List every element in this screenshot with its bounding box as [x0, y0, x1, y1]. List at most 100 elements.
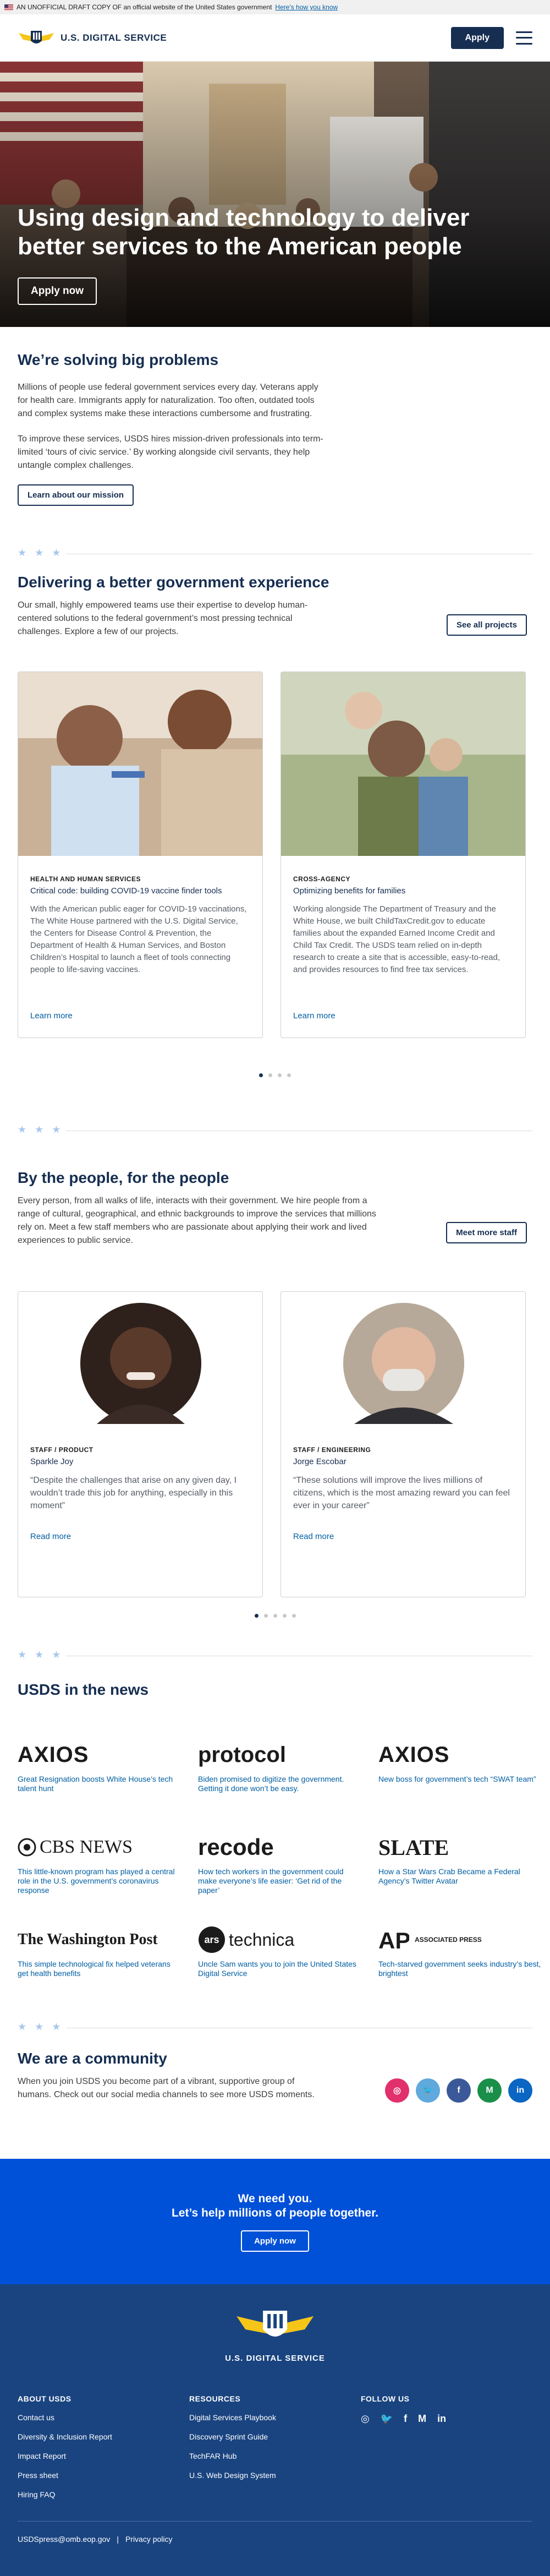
instagram-icon[interactable]: ◎	[385, 2078, 409, 2103]
star-icon: ★	[35, 2021, 44, 2032]
instagram-icon[interactable]: ◎	[361, 2413, 370, 2425]
project-card[interactable]: CROSS-AGENCY Optimizing benefits for fam…	[280, 672, 526, 1038]
twitter-icon[interactable]: 🐦	[381, 2413, 393, 2425]
news-item[interactable]: SLATE How a Star Wars Crab Became a Fede…	[378, 1834, 541, 1926]
footer-link-press[interactable]: Press sheet	[18, 2471, 112, 2480]
learn-more-link[interactable]: Learn more	[30, 1011, 73, 1020]
footer-privacy-link[interactable]: Privacy policy	[125, 2535, 173, 2544]
learn-mission-button[interactable]: Learn about our mission	[18, 484, 134, 506]
linkedin-icon[interactable]: in	[508, 2078, 532, 2103]
carousel-dot[interactable]	[287, 1073, 291, 1077]
carousel-dot[interactable]	[254, 1614, 258, 1618]
hero-apply-button[interactable]: Apply now	[18, 277, 97, 305]
footer-link-contact[interactable]: Contact us	[18, 2413, 112, 2422]
svg-text:AP: AP	[378, 1928, 409, 1952]
site-logo[interactable]: U.S. DIGITAL SERVICE	[18, 28, 167, 48]
star-divider: ★ ★ ★	[18, 1649, 61, 1661]
facebook-icon[interactable]: f	[447, 2078, 471, 2103]
linkedin-icon[interactable]: in	[437, 2413, 446, 2425]
footer-link-techfar[interactable]: TechFAR Hub	[189, 2452, 276, 2461]
footer-resources-column: RESOURCES Digital Services Playbook Disc…	[189, 2394, 276, 2490]
logo-text: U.S. DIGITAL SERVICE	[61, 32, 167, 43]
facebook-icon[interactable]: f	[404, 2413, 407, 2425]
meet-staff-button[interactable]: Meet more staff	[446, 1222, 527, 1243]
apply-button[interactable]: Apply	[450, 26, 504, 49]
footer-link-playbook[interactable]: Digital Services Playbook	[189, 2413, 276, 2422]
card-text: Working alongside The Department of Trea…	[293, 904, 501, 974]
news-item[interactable]: protocol Biden promised to digitize the …	[198, 1742, 361, 1834]
projects-section: Delivering a better government experienc…	[0, 574, 550, 1169]
footer-link-impact[interactable]: Impact Report	[18, 2452, 112, 2461]
news-headline: Biden promised to digitize the governmen…	[198, 1775, 344, 1793]
menu-icon[interactable]	[516, 31, 532, 45]
news-headline: Uncle Sam wants you to join the United S…	[198, 1960, 356, 1978]
twitter-icon[interactable]: 🐦	[416, 2078, 440, 2103]
carousel-dot[interactable]	[292, 1614, 296, 1618]
problems-paragraph-1: Millions of people use federal governmen…	[18, 383, 318, 418]
community-section: We are a community When you join USDS yo…	[0, 2050, 550, 2159]
staff-card[interactable]: STAFF / PRODUCT Sparkle Joy “Despite the…	[18, 1291, 263, 1597]
news-item[interactable]: CBS NEWS This little-known program has p…	[18, 1834, 180, 1926]
carousel-dot[interactable]	[259, 1073, 263, 1077]
footer-bottom: USDSpress@omb.eop.gov | Privacy policy	[18, 2521, 532, 2544]
cta-section: We need you. Let’s help millions of peop…	[0, 2159, 550, 2284]
cbs-eye-icon	[18, 1838, 36, 1857]
footer-link-uswds[interactable]: U.S. Web Design System	[189, 2471, 276, 2480]
hero-title: Using design and technology to deliver b…	[18, 204, 470, 260]
carousel-dot[interactable]	[268, 1073, 272, 1077]
cta-apply-button[interactable]: Apply now	[241, 2230, 309, 2252]
people-title: By the people, for the people	[18, 1169, 229, 1186]
star-divider: ★ ★ ★	[18, 547, 61, 559]
star-icon: ★	[52, 1124, 61, 1135]
news-item[interactable]: ars technica Uncle Sam wants you to join…	[198, 1926, 361, 2019]
projects-carousel-dots	[0, 1073, 550, 1077]
card-tag: CROSS-AGENCY	[293, 875, 351, 883]
footer-link-sprint-guide[interactable]: Discovery Sprint Guide	[189, 2432, 276, 2442]
footer-logo[interactable]: U.S. DIGITAL SERVICE	[225, 2307, 325, 2363]
ars-badge-icon: ars	[199, 1926, 225, 1953]
footer-resources-heading: RESOURCES	[189, 2394, 241, 2403]
footer-link-diversity[interactable]: Diversity & Inclusion Report	[18, 2432, 112, 2442]
community-title: We are a community	[18, 2050, 167, 2067]
see-projects-button[interactable]: See all projects	[446, 614, 527, 636]
news-item[interactable]: AXIOS Great Resignation boosts White Hou…	[18, 1742, 180, 1834]
staff-photo	[80, 1303, 201, 1424]
news-headline: New boss for government’s tech “SWAT tea…	[378, 1775, 536, 1783]
carousel-dot[interactable]	[278, 1073, 282, 1077]
banner-text: AN UNOFFICIAL DRAFT COPY OF an official …	[16, 3, 272, 11]
site-header: U.S. DIGITAL SERVICE Apply	[0, 14, 550, 62]
learn-more-link[interactable]: Learn more	[293, 1011, 336, 1020]
star-icon: ★	[35, 1124, 44, 1135]
site-footer: U.S. DIGITAL SERVICE ABOUT USDS Contact …	[0, 2284, 550, 2576]
problems-paragraph-2: To improve these services, USDS hires mi…	[18, 434, 323, 470]
carousel-dot[interactable]	[263, 1614, 268, 1618]
associated-press-logo: AP ASSOCIATED PRESS	[378, 1926, 541, 1953]
footer-link-hiring-faq[interactable]: Hiring FAQ	[18, 2490, 112, 2499]
footer-email-link[interactable]: USDSpress@omb.eop.gov	[18, 2535, 110, 2544]
projects-title: Delivering a better government experienc…	[18, 574, 329, 591]
news-item[interactable]: recode How tech workers in the governmen…	[198, 1834, 361, 1926]
staff-name: Sparkle Joy	[30, 1457, 74, 1466]
star-icon: ★	[18, 2021, 27, 2032]
ars-technica-logo: ars technica	[198, 1926, 361, 1953]
project-card[interactable]: HEALTH AND HUMAN SERVICES Critical code:…	[18, 672, 263, 1038]
staff-card[interactable]: STAFF / ENGINEERING Jorge Escobar “These…	[280, 1291, 526, 1597]
news-headline: This simple technological fix helped vet…	[18, 1960, 170, 1978]
usds-eagle-logo-icon	[236, 2311, 314, 2337]
banner-link[interactable]: Here's how you know	[275, 3, 338, 11]
axios-logo: AXIOS	[378, 1742, 450, 1767]
medium-icon[interactable]: M	[418, 2413, 426, 2425]
star-icon: ★	[52, 1649, 61, 1660]
medium-icon[interactable]: M	[477, 2078, 502, 2103]
news-item[interactable]: The Washington Post This simple technolo…	[18, 1926, 180, 2019]
hero-section: Using design and technology to deliver b…	[0, 62, 550, 327]
read-more-link[interactable]: Read more	[293, 1532, 334, 1541]
carousel-dot[interactable]	[273, 1614, 277, 1618]
carousel-dot[interactable]	[282, 1614, 287, 1618]
cta-line-2: Let’s help millions of people together.	[171, 2206, 379, 2219]
news-item[interactable]: AP ASSOCIATED PRESS Tech-starved governm…	[378, 1926, 541, 2019]
staff-carousel-dots	[0, 1614, 550, 1618]
news-item[interactable]: AXIOS New boss for government’s tech “SW…	[378, 1742, 541, 1834]
community-text: When you join USDS you become part of a …	[18, 2077, 315, 2099]
read-more-link[interactable]: Read more	[30, 1532, 71, 1541]
